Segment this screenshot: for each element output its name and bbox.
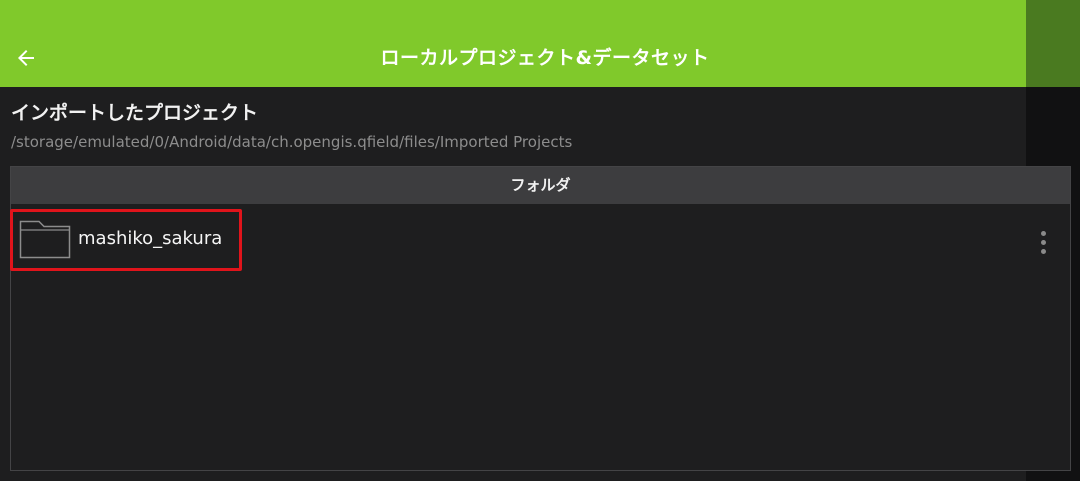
app-header: ローカルプロジェクト&データセット [0, 0, 1026, 87]
header-side-strip [1026, 0, 1080, 87]
list-item-label: mashiko_sakura [78, 228, 223, 249]
section-title: インポートしたプロジェクト [11, 102, 259, 124]
section-path: /storage/emulated/0/Android/data/ch.open… [11, 133, 573, 151]
more-vert-icon[interactable] [1031, 227, 1055, 257]
column-header-folder: フォルダ [11, 167, 1070, 204]
folder-icon [19, 220, 71, 259]
page-title: ローカルプロジェクト&データセット [380, 47, 710, 69]
project-list-panel: フォルダ mashiko_sakura [10, 166, 1071, 471]
list-item[interactable]: mashiko_sakura [10, 207, 1070, 271]
app-window: ローカルプロジェクト&データセット インポートしたプロジェクト /storage… [0, 0, 1080, 481]
